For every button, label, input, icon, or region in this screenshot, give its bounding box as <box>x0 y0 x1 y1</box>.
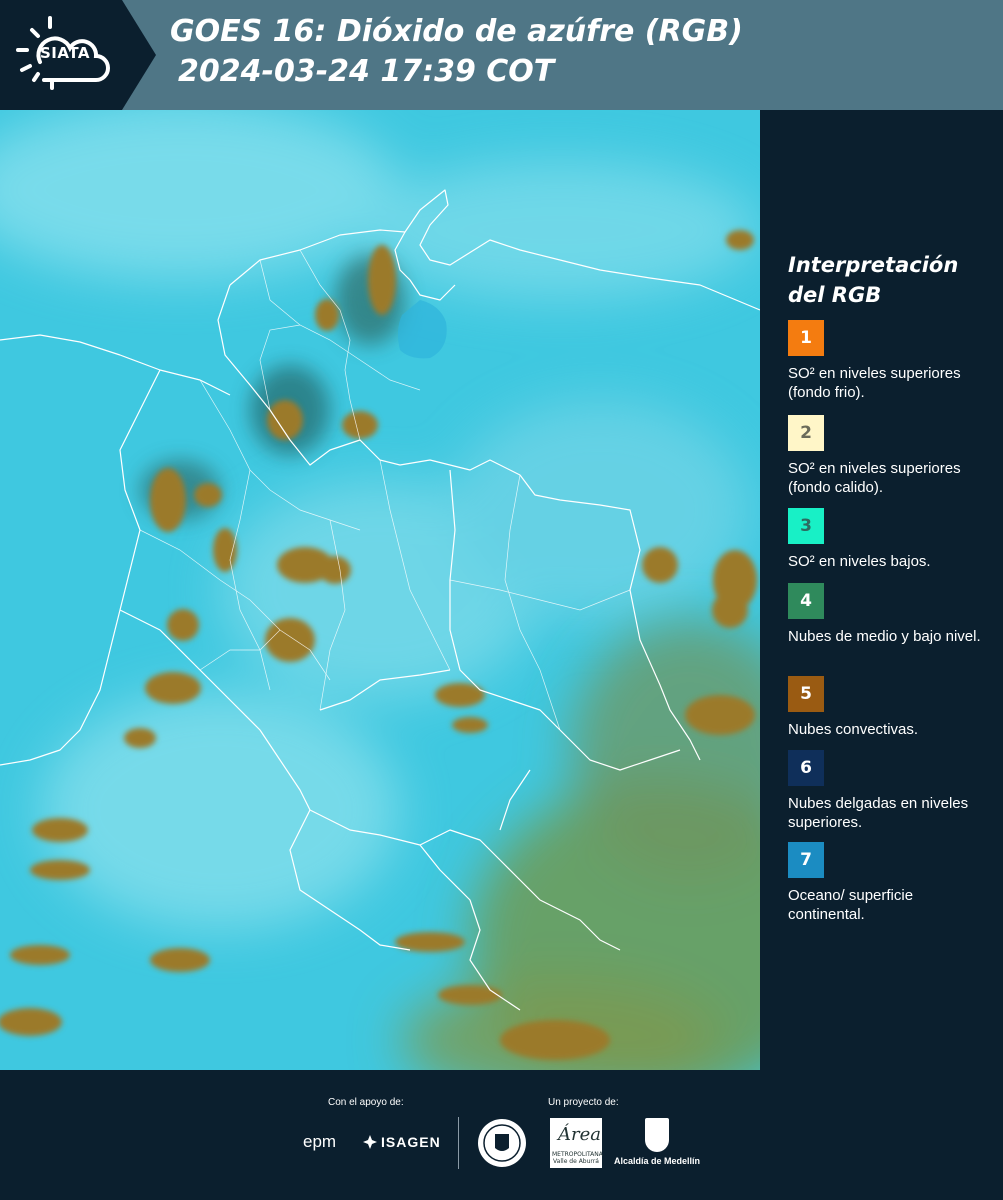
epm-logo[interactable]: epm <box>303 1132 336 1152</box>
legend-label-2: SO² en niveles superiores (fondo calido)… <box>788 460 961 496</box>
alcaldia-label: Alcaldía de Medellín <box>613 1156 701 1166</box>
isagen-mark-icon <box>363 1135 377 1149</box>
legend-swatch-2: 2 <box>788 415 824 451</box>
project-caption: Un proyecto de: <box>548 1097 619 1108</box>
legend-label-3: SO² en niveles bajos. <box>788 553 931 570</box>
footer-sponsors: Con el apoyo de: Un proyecto de: epm ISA… <box>0 1070 1003 1200</box>
legend-swatch-5: 5 <box>788 676 824 712</box>
legend-panel: Interpretación del RGB 1 SO² en niveles … <box>760 110 1003 1070</box>
page-timestamp: 2024-03-24 17:39 COT <box>178 54 555 89</box>
legend-swatch-7: 7 <box>788 842 824 878</box>
footer-divider <box>458 1117 459 1169</box>
legend-item-5: 5 Nubes convectivas. <box>788 676 993 739</box>
support-caption: Con el apoyo de: <box>328 1097 404 1108</box>
siata-logo-text: SIATA <box>40 44 91 62</box>
legend-item-3: 3 SO² en niveles bajos. <box>788 508 993 571</box>
legend-title: Interpretación del RGB <box>788 253 959 307</box>
legend-label-1: SO² en niveles superiores (fondo frio). <box>788 365 961 401</box>
shield-icon <box>645 1118 669 1152</box>
legend-label-6: Nubes delgadas en niveles superiores. <box>788 795 969 831</box>
legend-swatch-1: 1 <box>788 320 824 356</box>
header-bar: SIATA GOES 16: Dióxido de azúfre (RGB) 2… <box>0 0 1003 110</box>
legend-item-1: 1 SO² en niveles superiores (fondo frio)… <box>788 320 993 402</box>
legend-item-2: 2 SO² en niveles superiores (fondo calid… <box>788 415 993 497</box>
isagen-logo[interactable]: ISAGEN <box>362 1134 441 1150</box>
alcaldia-medellin-logo[interactable]: Alcaldía de Medellín <box>612 1118 702 1166</box>
legend-label-5: Nubes convectivas. <box>788 721 919 738</box>
page-title: GOES 16: Dióxido de azúfre (RGB) <box>170 14 743 49</box>
legend-swatch-4: 4 <box>788 583 824 619</box>
satellite-map[interactable] <box>0 110 760 1070</box>
legend-swatch-3: 3 <box>788 508 824 544</box>
legend-item-6: 6 Nubes delgadas en niveles superiores. <box>788 750 993 832</box>
legend-item-7: 7 Oceano/ superficie continental. <box>788 842 993 924</box>
legend-label-7: Oceano/ superficie continental. <box>788 887 914 923</box>
legend-item-4: 4 Nubes de medio y bajo nivel. <box>788 583 993 646</box>
area-metropolitana-logo[interactable]: Área METROPOLITANA Valle de Aburrá <box>550 1118 603 1168</box>
medellin-seal-icon[interactable] <box>477 1118 527 1168</box>
legend-swatch-6: 6 <box>788 750 824 786</box>
legend-label-4: Nubes de medio y bajo nivel. <box>788 628 981 645</box>
